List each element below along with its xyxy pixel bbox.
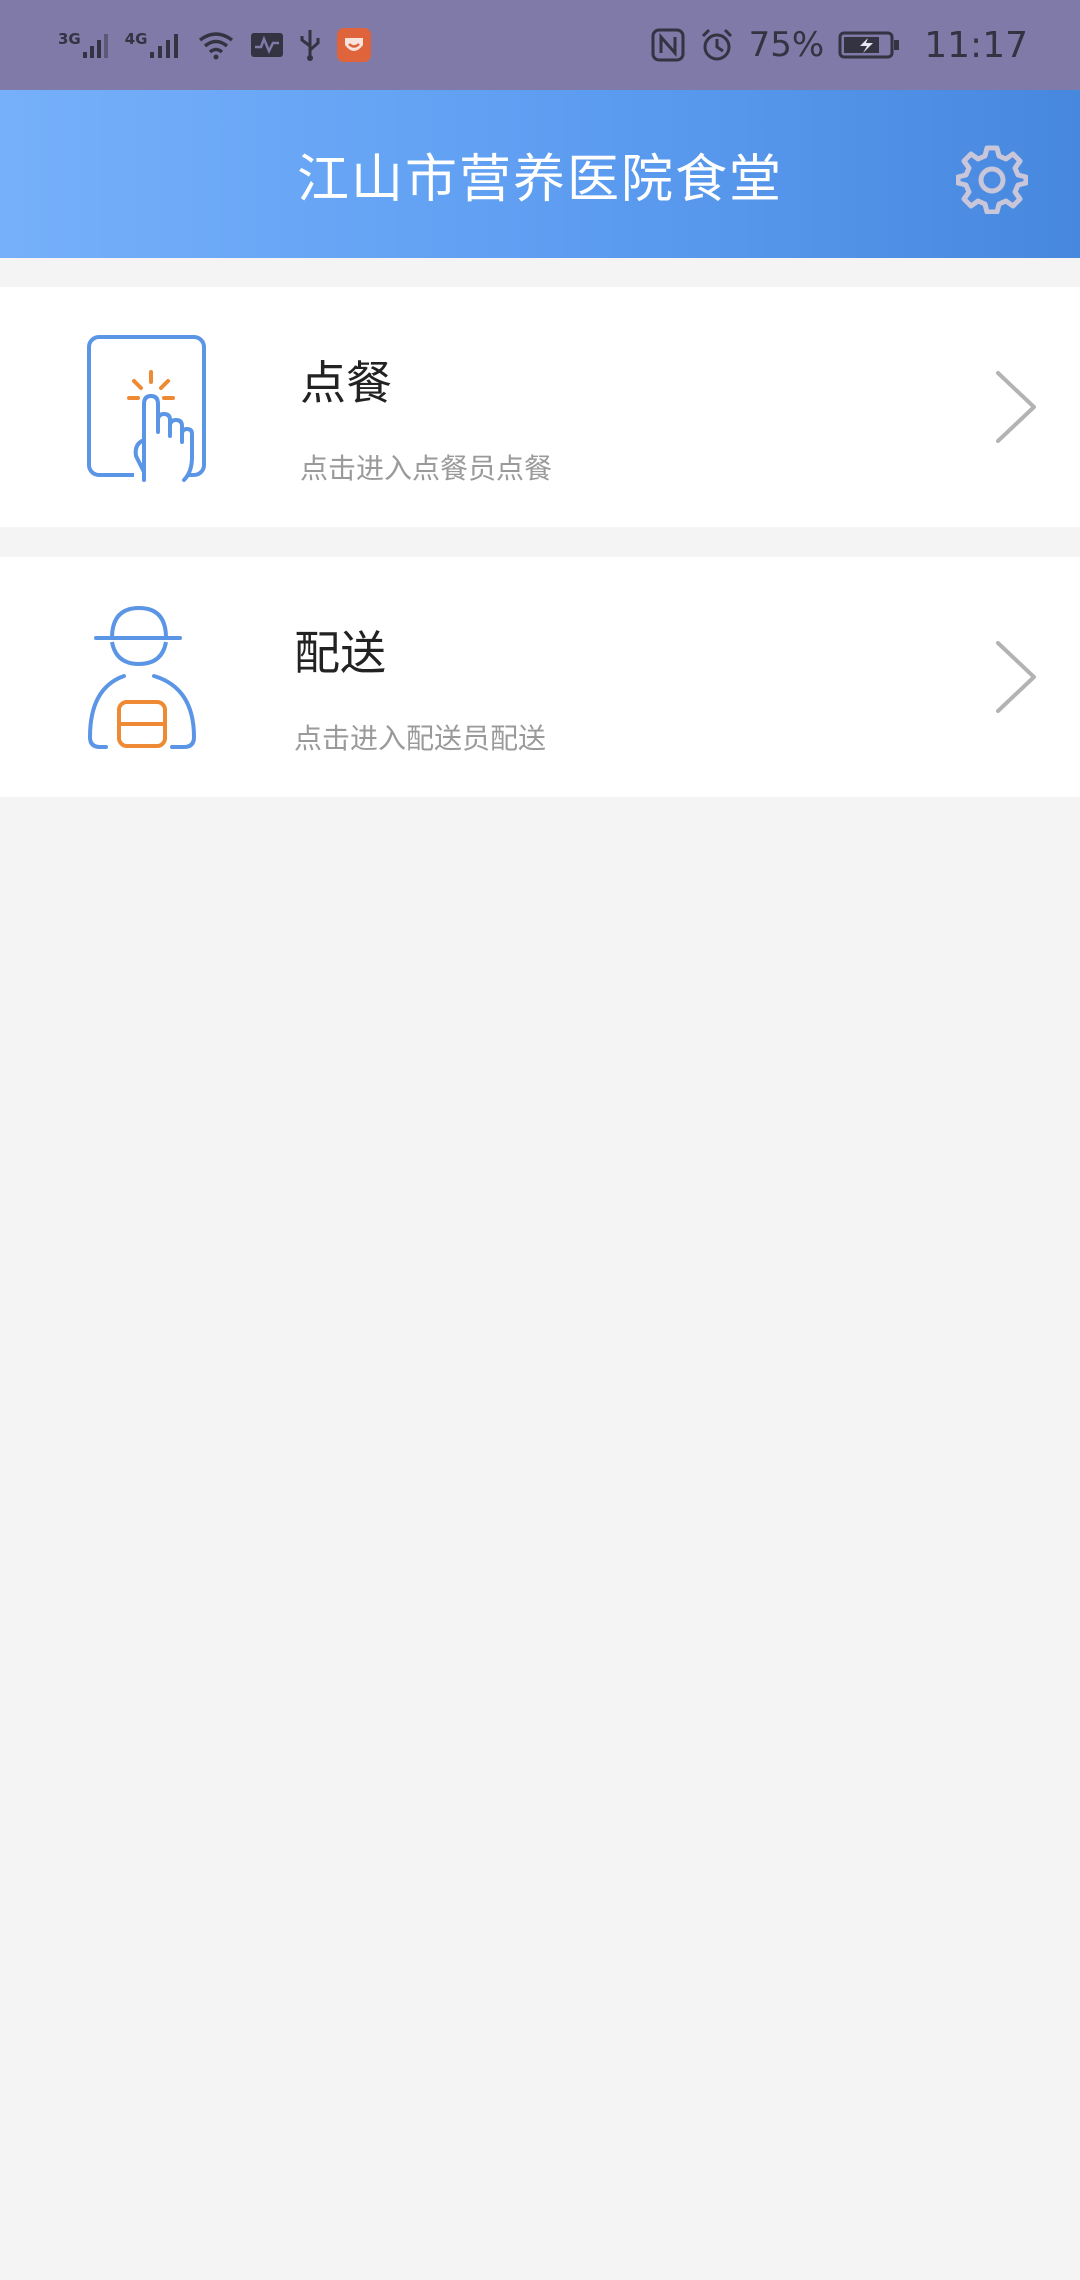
nfc-icon (651, 28, 685, 62)
courier-icon (84, 602, 214, 752)
network-3g-label: 3G (58, 30, 81, 48)
chevron-right-icon (996, 371, 1036, 443)
battery-percent: 75% (748, 25, 825, 65)
chevron-right-icon (996, 641, 1036, 713)
gear-icon (956, 145, 1028, 214)
status-right: 75% 11:17 (651, 25, 1028, 66)
alarm-icon (699, 27, 735, 63)
activity-icon (250, 31, 284, 59)
wifi-icon (196, 30, 236, 60)
usb-icon (298, 28, 322, 62)
clock: 11:17 (924, 24, 1028, 66)
menu-item-subtitle: 点击进入配送员配送 (294, 722, 547, 755)
signal-4g-icon: 4G (125, 30, 182, 60)
settings-button[interactable] (956, 142, 1028, 214)
battery-charging-icon (838, 30, 900, 60)
menu-item-title: 配送 (294, 626, 386, 680)
menu-item-title: 点餐 (300, 356, 392, 410)
signal-3g-icon: 3G (58, 30, 111, 60)
app-header: 江山市营养医院食堂 (0, 90, 1080, 258)
page-title: 江山市营养医院食堂 (296, 149, 783, 210)
app-notification-icon (336, 27, 372, 63)
menu-item-order[interactable]: 点餐 点击进入点餐员点餐 (0, 287, 1080, 527)
network-4g-label: 4G (124, 30, 148, 48)
status-left: 3G 4G (58, 27, 372, 63)
tap-order-icon (84, 332, 214, 485)
menu-item-delivery[interactable]: 配送 点击进入配送员配送 (0, 557, 1080, 797)
menu-item-subtitle: 点击进入点餐员点餐 (300, 452, 553, 485)
status-bar: 3G 4G 75% 11:17 (0, 0, 1080, 90)
